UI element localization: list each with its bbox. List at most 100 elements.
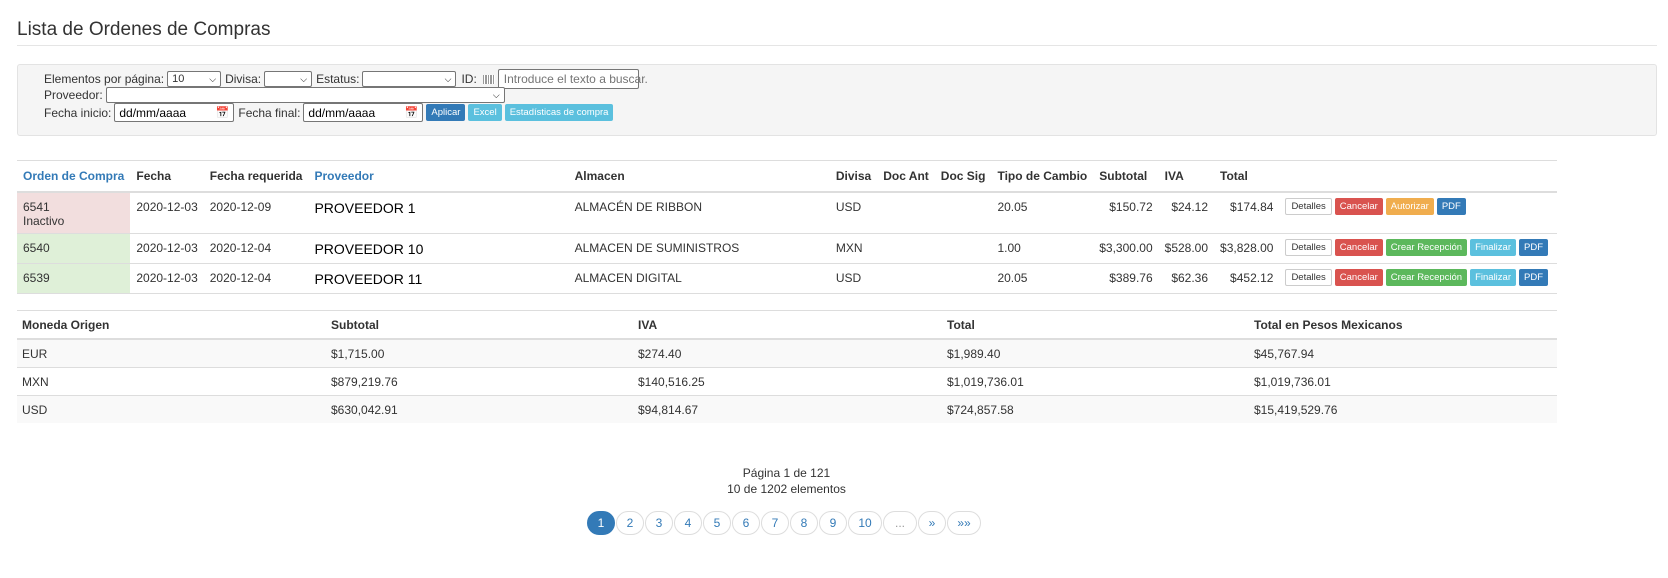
almacen-header: Almacen xyxy=(568,160,830,193)
subtotal-cell: $630,042.91 xyxy=(326,395,633,423)
order-status: Inactivo xyxy=(23,214,65,228)
iva-cell: $274.40 xyxy=(633,338,942,368)
proveedor-select[interactable]: ⌵ xyxy=(105,87,505,103)
table-row: 6541 Inactivo 2020-12-03 2020-12-09 PROVE… xyxy=(17,191,1557,233)
iva-header: IVA xyxy=(1158,160,1215,193)
page-info: Página 1 de 121 xyxy=(742,466,831,480)
details-button[interactable]: Detalles xyxy=(1285,268,1332,286)
fecha-req-cell: 2020-12-04 xyxy=(203,232,309,263)
per-page-select[interactable]: 10 ⌵ xyxy=(167,71,222,87)
last-page-button[interactable]: »» xyxy=(947,511,981,535)
chevron-down-icon: ⌵ xyxy=(492,89,500,100)
fecha-header: Fecha xyxy=(130,160,204,193)
per-page-label: Elementos por página: xyxy=(44,72,165,86)
calendar-icon[interactable]: 📅 xyxy=(405,106,419,119)
create-reception-button[interactable]: Crear Recepción xyxy=(1385,238,1468,256)
subtotal-cell: $1,715.00 xyxy=(326,338,633,368)
cancel-button[interactable]: Cancelar xyxy=(1334,268,1383,286)
calendar-icon[interactable]: 📅 xyxy=(216,106,230,119)
authorize-button[interactable]: Autorizar xyxy=(1385,198,1434,215)
divisa-cell: USD xyxy=(829,262,878,294)
pagination: 1 2 3 4 5 6 7 8 9 10 ... » »» xyxy=(587,511,982,535)
stats-button[interactable]: Estadísticas de compra xyxy=(504,104,614,121)
page-button-4[interactable]: 4 xyxy=(674,511,702,535)
fecha-cell: 2020-12-03 xyxy=(130,232,204,263)
actions-cell: Detalles Cancelar Crear Recepción Finali… xyxy=(1279,232,1557,263)
iva-cell: $24.12 xyxy=(1158,191,1215,233)
barcode-icon xyxy=(482,74,495,84)
chevron-down-icon: ⌵ xyxy=(444,73,452,84)
proveedor-cell: PROVEEDOR 10 xyxy=(308,232,569,263)
total-mxn-cell: $1,019,736.01 xyxy=(1249,367,1557,396)
page-button-1[interactable]: 1 xyxy=(587,511,615,535)
cancel-button[interactable]: Cancelar xyxy=(1334,198,1383,215)
excel-button[interactable]: Excel xyxy=(468,104,502,121)
pdf-button[interactable]: PDF xyxy=(1519,238,1548,256)
tipo-cambio-cell: 20.05 xyxy=(991,262,1094,294)
table-row: 6539 2020-12-03 2020-12-04 PROVEEDOR 11 … xyxy=(17,262,1557,294)
doc-sig-cell xyxy=(934,191,992,233)
fecha-req-cell: 2020-12-04 xyxy=(203,262,309,294)
page-button-10[interactable]: 10 xyxy=(848,511,882,535)
page-button-2[interactable]: 2 xyxy=(616,511,644,535)
apply-button[interactable]: Aplicar xyxy=(426,104,466,121)
table-row: USD $630,042.91 $94,814.67 $724,857.58 $… xyxy=(17,395,1557,423)
pdf-button[interactable]: PDF xyxy=(1519,268,1548,286)
fecha-req-cell: 2020-12-09 xyxy=(203,191,309,233)
almacen-cell: ALMACEN DE SUMINISTROS xyxy=(568,232,830,263)
total-header: Total xyxy=(942,310,1249,340)
orders-header-row: Orden de Compra Fecha Fecha requerida Pr… xyxy=(17,160,1557,193)
almacen-cell: ALMACÉN DE RIBBON xyxy=(568,191,830,233)
details-button[interactable]: Detalles xyxy=(1285,238,1332,256)
divisa-cell: USD xyxy=(829,191,878,233)
pdf-button[interactable]: PDF xyxy=(1436,198,1466,215)
iva-cell: $140,516.25 xyxy=(633,367,942,396)
next-page-button[interactable]: » xyxy=(918,511,946,535)
details-button[interactable]: Detalles xyxy=(1285,198,1332,215)
proveedor-cell: PROVEEDOR 11 xyxy=(308,262,569,294)
sort-order-header[interactable]: Orden de Compra xyxy=(17,160,131,193)
finalize-button[interactable]: Finalizar xyxy=(1470,238,1516,256)
finalize-button[interactable]: Finalizar xyxy=(1470,268,1516,286)
page-ellipsis: ... xyxy=(883,511,917,535)
fecha-final-input[interactable]: dd/mm/aaaa 📅 xyxy=(303,103,424,122)
fecha-req-header: Fecha requerida xyxy=(203,160,309,193)
order-id: 6541 xyxy=(23,200,50,214)
moneda-cell: MXN xyxy=(17,367,326,396)
page-title: Lista de Ordenes de Compras xyxy=(17,18,271,40)
doc-ant-header: Doc Ant xyxy=(877,160,935,193)
iva-header: IVA xyxy=(633,310,942,340)
divisa-cell: MXN xyxy=(829,232,878,263)
divisa-label: Divisa: xyxy=(225,72,262,86)
iva-cell: $94,814.67 xyxy=(633,395,942,423)
cancel-button[interactable]: Cancelar xyxy=(1334,238,1383,256)
page-button-7[interactable]: 7 xyxy=(761,511,789,535)
fecha-inicio-input[interactable]: dd/mm/aaaa 📅 xyxy=(114,103,235,122)
order-id: 6539 xyxy=(23,270,50,285)
fecha-inicio-label: Fecha inicio: xyxy=(44,105,112,120)
fecha-final-placeholder: dd/mm/aaaa xyxy=(308,105,376,120)
chevron-down-icon: ⌵ xyxy=(300,73,308,84)
subtotal-cell: $150.72 xyxy=(1093,191,1159,233)
almacen-cell: ALMACEN DIGITAL xyxy=(568,262,830,294)
create-reception-button[interactable]: Crear Recepción xyxy=(1385,268,1468,286)
page-button-8[interactable]: 8 xyxy=(790,511,818,535)
subtotal-cell: $389.76 xyxy=(1093,262,1159,294)
sort-proveedor-header[interactable]: Proveedor xyxy=(308,160,569,193)
per-page-value: 10 xyxy=(172,73,185,85)
total-header: Total xyxy=(1214,160,1280,193)
estatus-select[interactable]: ⌵ xyxy=(362,71,457,87)
order-id-cell: 6541 Inactivo xyxy=(17,191,131,233)
orders-table: Orden de Compra Fecha Fecha requerida Pr… xyxy=(17,160,1557,294)
divisa-select[interactable]: ⌵ xyxy=(264,71,313,87)
proveedor-cell: PROVEEDOR 1 xyxy=(308,191,569,233)
page-button-6[interactable]: 6 xyxy=(732,511,760,535)
page-button-5[interactable]: 5 xyxy=(703,511,731,535)
title-divider xyxy=(17,45,1657,46)
page-button-9[interactable]: 9 xyxy=(819,511,847,535)
search-input[interactable]: Introduce el texto a buscar. xyxy=(497,69,648,89)
page-button-3[interactable]: 3 xyxy=(645,511,673,535)
actions-cell: Detalles Cancelar Autorizar PDF xyxy=(1279,191,1557,233)
doc-ant-cell xyxy=(877,191,935,233)
filters-row-1: Elementos por página: 10 ⌵ Divisa: ⌵ Est… xyxy=(44,69,648,89)
